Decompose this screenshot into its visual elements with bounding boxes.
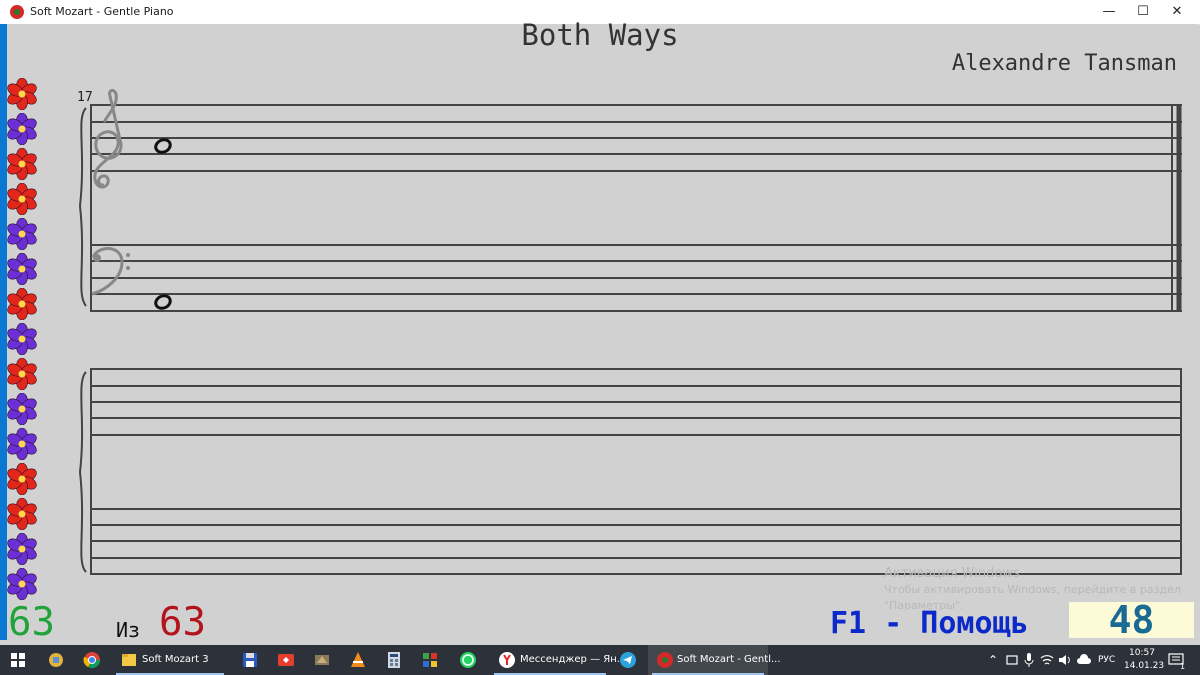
notification-count: 1 <box>1180 662 1186 671</box>
system-2-brace <box>78 371 87 573</box>
taskbar-chrome[interactable] <box>76 645 108 675</box>
taskbar-floppy[interactable] <box>234 645 266 675</box>
system-2-lower-staff <box>90 508 1182 575</box>
total-note-counter: 63 <box>159 600 206 645</box>
chrome-icon <box>83 652 101 669</box>
current-note-counter: 63 <box>8 600 55 645</box>
score-value: 48 <box>1108 598 1155 642</box>
taskbar-soft-mozart-window[interactable]: Soft Mozart - Gentl... <box>648 645 781 675</box>
taskbar-calculator[interactable] <box>378 645 410 675</box>
calculator-icon <box>388 652 400 668</box>
anydesk-icon <box>278 654 294 666</box>
wifi-icon[interactable] <box>1040 653 1054 667</box>
volume-icon[interactable] <box>1058 653 1072 667</box>
taskbar-soft-mozart-folder[interactable]: Soft Mozart 3 <box>112 645 228 675</box>
start-icon <box>11 653 25 667</box>
whatsapp-icon <box>460 652 476 668</box>
cloud-icon[interactable] <box>1076 654 1092 666</box>
tray-device-icon[interactable] <box>1006 654 1018 666</box>
microphone-icon[interactable] <box>1024 653 1034 667</box>
folder-icon <box>122 654 136 666</box>
softmozart-icon <box>657 652 673 668</box>
vlc-icon <box>351 652 365 667</box>
taskbar: Soft Mozart 3 Мессенджер — Ян... Soft Mo… <box>0 645 1200 675</box>
system-1-brace <box>78 107 87 307</box>
taskbar-utility[interactable] <box>306 645 338 675</box>
clock-time[interactable]: 10:57 <box>1129 648 1155 658</box>
taskbar-tools[interactable] <box>40 645 72 675</box>
start-button[interactable] <box>0 645 36 675</box>
treble-staff <box>90 104 1182 172</box>
bass-whole-note <box>154 294 172 310</box>
score-box: 48 <box>1069 598 1194 642</box>
telegram-icon <box>620 652 636 668</box>
music-staff: 17 <box>77 88 1182 575</box>
games-icon <box>423 653 437 667</box>
tray-chevron-up-icon[interactable]: ⌃ <box>988 653 998 667</box>
taskbar-vlc[interactable] <box>342 645 374 675</box>
of-label: Из <box>116 618 141 642</box>
bass-staff <box>90 244 1182 312</box>
utility-icon <box>315 655 329 665</box>
clock-date[interactable]: 14.01.23 <box>1124 661 1164 671</box>
taskbar-whatsapp[interactable] <box>452 645 484 675</box>
taskbar-telegram[interactable] <box>612 645 644 675</box>
system-2-upper-staff <box>90 368 1182 436</box>
floppy-icon <box>243 653 257 667</box>
explorer-tools-icon <box>49 653 63 667</box>
help-hint[interactable]: F1 - Помощь <box>830 606 1029 641</box>
taskbar-yandex-messenger[interactable]: Мессенджер — Ян... <box>490 645 626 675</box>
measure-number: 17 <box>77 90 93 105</box>
yandex-icon <box>499 652 515 668</box>
language-indicator[interactable]: РУС <box>1098 655 1115 665</box>
taskbar-games[interactable] <box>414 645 446 675</box>
treble-whole-note <box>154 138 172 154</box>
taskbar-anydesk[interactable] <box>270 645 302 675</box>
bass-clef-icon <box>91 247 130 296</box>
